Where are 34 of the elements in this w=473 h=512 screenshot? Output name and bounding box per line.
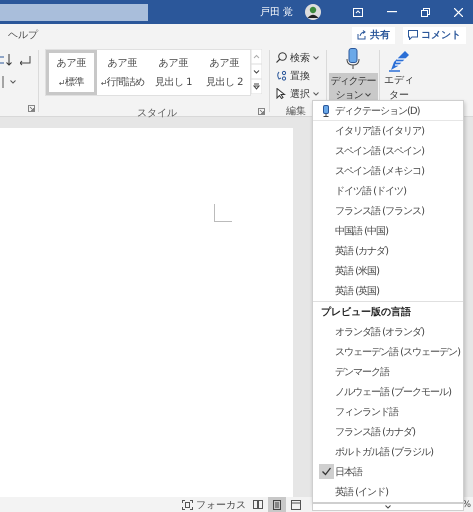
menu-item[interactable]: フランス語 (フランス) [313,201,463,221]
menu-item[interactable]: ドイツ語 (ドイツ) [313,181,463,201]
menu-item[interactable]: 英語 (カナダ) [313,241,463,261]
dictation-command[interactable]: ディクテーション(D) [313,101,463,121]
share-button[interactable]: 共有 [352,26,395,44]
menu-item[interactable]: 英語 (インド) [313,482,463,502]
comment-button[interactable]: コメント [403,26,466,44]
menu-item[interactable]: オランダ語 (オランダ) [313,322,463,342]
group-label: スタイル [137,107,177,120]
menu-section-header: プレビュー版の言語 [320,305,412,320]
menu-item[interactable]: ポルトガル語 (ブラジル) [313,442,463,462]
menu-item[interactable]: ノルウェー語 (ブークモール) [313,382,463,402]
user-name: 戸田 覚 [260,6,293,19]
style-item[interactable]: あア亜 標準 [46,50,97,95]
menu-item[interactable]: スペイン語 (メキシコ) [313,161,463,181]
editing-command[interactable]: 検索 [276,50,326,65]
menu-item[interactable]: スペイン語 (スペイン) [313,141,463,161]
menu-item[interactable]: 英語 (英国) [313,281,463,301]
group-label: 編集 [285,105,306,118]
editing-command[interactable]: 選択 [276,86,326,101]
menu-item[interactable]: フィンランド語 [313,402,463,422]
menu-item[interactable]: フランス語 (カナダ) [313,422,463,442]
menu-item[interactable]: 日本語 [313,462,463,482]
menu-item[interactable]: スウェーデン語 (スウェーデン) [313,342,463,362]
focus-mode-button[interactable]: フォーカス [182,498,246,512]
style-item[interactable]: あア亜 見出し 2 [199,50,250,95]
style-item[interactable]: あア亜 行間詰め [97,50,148,95]
menu-item[interactable]: 中国語 (中国) [313,221,463,241]
ribbon-tab[interactable]: ヘルプ [8,26,38,44]
style-item[interactable]: あア亜 見出し 1 [148,50,199,95]
menu-item[interactable]: デンマーク語 [313,362,463,382]
menu-item[interactable]: イタリア語 (イタリア) [313,121,463,141]
editing-command[interactable]: 置換 [276,68,326,83]
menu-item[interactable]: 英語 (米国) [313,261,463,281]
